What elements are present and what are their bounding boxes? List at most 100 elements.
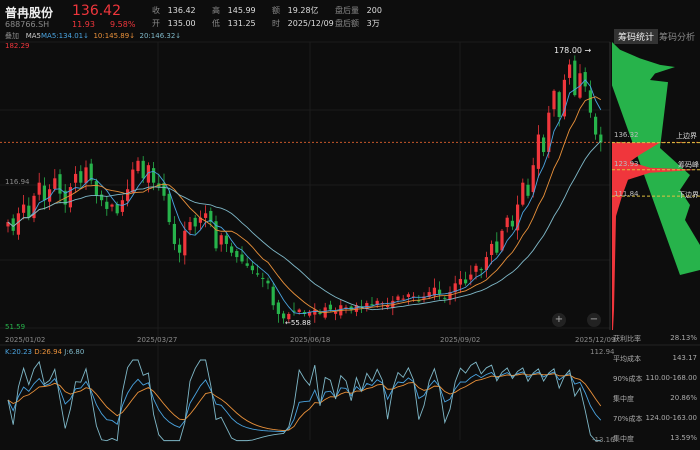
candle-body <box>588 90 592 113</box>
candle-body <box>479 268 483 271</box>
candle-body <box>396 296 400 301</box>
candle-body <box>110 204 114 207</box>
kdj-d-line <box>7 373 602 432</box>
candle-body <box>152 168 156 183</box>
date-label: 2025/03/27 <box>137 336 178 344</box>
candle-body <box>521 182 525 205</box>
candle-body <box>526 184 530 196</box>
tab-chip-analysis[interactable]: 筹码分析 <box>655 29 699 44</box>
candle-body <box>438 289 442 295</box>
candle-body <box>224 235 228 244</box>
candle-body <box>469 274 473 280</box>
chip-stat-row: 90%成本 110.00-168.00 <box>613 374 697 383</box>
candlestick-chart[interactable] <box>0 0 700 450</box>
candle-body <box>334 311 338 314</box>
candle-body <box>115 204 119 214</box>
candle-body <box>136 160 140 172</box>
candle-body <box>131 169 135 193</box>
candle-body <box>250 265 254 271</box>
candle-body <box>240 254 244 262</box>
chip-stat-row: 集中度 13.59% <box>613 434 697 443</box>
candle-body <box>536 134 540 169</box>
candle-body <box>42 185 46 201</box>
candle-body <box>37 182 41 195</box>
candle-body <box>230 246 234 253</box>
candle-body <box>500 230 504 251</box>
candle-body <box>105 201 109 209</box>
kdj-k-line <box>7 371 602 432</box>
lower-bound-label: 下边界 <box>678 191 699 199</box>
kdj-j-line <box>7 359 601 442</box>
candle-body <box>58 174 62 194</box>
candle-body <box>167 193 171 223</box>
candle-body <box>266 280 270 284</box>
zoom-out-button[interactable]: − <box>587 313 601 327</box>
candle-body <box>84 167 88 184</box>
upper-bound-label: 上边界 <box>676 132 697 140</box>
candle-body <box>370 304 374 306</box>
candle-body <box>141 160 145 179</box>
axis-mid-label: 116.94 <box>5 178 30 186</box>
candle-body <box>193 217 197 227</box>
candle-body <box>120 200 124 212</box>
candle-body <box>178 244 182 253</box>
candle-body <box>235 250 239 258</box>
candle-body <box>79 171 83 183</box>
candle-body <box>495 241 499 253</box>
date-label: 2025/01/02 <box>5 336 46 344</box>
candle-body <box>204 213 208 218</box>
candle-body <box>458 278 462 285</box>
chip-stat-row: 70%成本 124.00-163.00 <box>613 414 697 423</box>
candle-body <box>594 116 598 135</box>
candle-body <box>126 189 130 201</box>
candle-body <box>401 298 405 300</box>
upper-bound-value: 136.32 <box>614 131 639 139</box>
candle-body <box>276 302 280 314</box>
chip-stat-row: 获利比率 28.13% <box>613 334 697 343</box>
candle-body <box>282 313 286 319</box>
chip-peak-label: 筹码峰 <box>678 161 699 169</box>
candle-body <box>74 173 78 183</box>
zoom-in-button[interactable]: + <box>552 313 566 327</box>
candle-body <box>328 304 332 310</box>
ma10-line <box>7 96 602 313</box>
kdj-top-label: 112.94 <box>590 348 615 356</box>
kdj-bottom-label: -13.16 <box>592 436 615 444</box>
candle-body <box>245 263 249 266</box>
chip-peak-value: 123.93 <box>614 160 639 168</box>
tab-chip-stats[interactable]: 筹码统计 <box>614 29 659 44</box>
date-label: 2025/09/02 <box>440 336 481 344</box>
ma5-line <box>7 79 602 314</box>
candle-body <box>172 223 176 244</box>
candle-body <box>16 213 20 235</box>
candle-body <box>443 297 447 299</box>
candle-body <box>313 309 317 315</box>
chip-stat-row: 集中度 20.86% <box>613 394 697 403</box>
candle-body <box>505 217 509 228</box>
candle-body <box>271 286 275 306</box>
axis-bottom-label: 51.59 <box>5 323 26 331</box>
candle-body <box>183 230 187 256</box>
date-label: 2025/06/18 <box>290 336 331 344</box>
candle-body <box>490 243 494 256</box>
candle-body <box>188 222 192 231</box>
candle-body <box>297 309 301 313</box>
candle-body <box>542 137 546 153</box>
candle-body <box>464 279 468 284</box>
chip-stat-row: 平均成本 143.17 <box>613 354 697 363</box>
candle-body <box>557 92 561 118</box>
candle-body <box>568 64 572 78</box>
low-marker: ←55.88 <box>285 319 311 327</box>
candle-body <box>53 178 57 189</box>
candle-body <box>552 90 556 110</box>
candle-body <box>94 181 98 196</box>
candle-body <box>27 205 31 218</box>
candle-body <box>219 235 223 245</box>
kdj-legend: K:20.23 D:26.94 J:6.80 <box>5 348 85 356</box>
candle-body <box>510 220 514 227</box>
candle-body <box>474 265 478 272</box>
lower-bound-value: 111.84 <box>614 190 639 198</box>
candle-body <box>11 218 15 231</box>
axis-top-label: 182.29 <box>5 42 30 50</box>
candle-body <box>531 165 535 193</box>
